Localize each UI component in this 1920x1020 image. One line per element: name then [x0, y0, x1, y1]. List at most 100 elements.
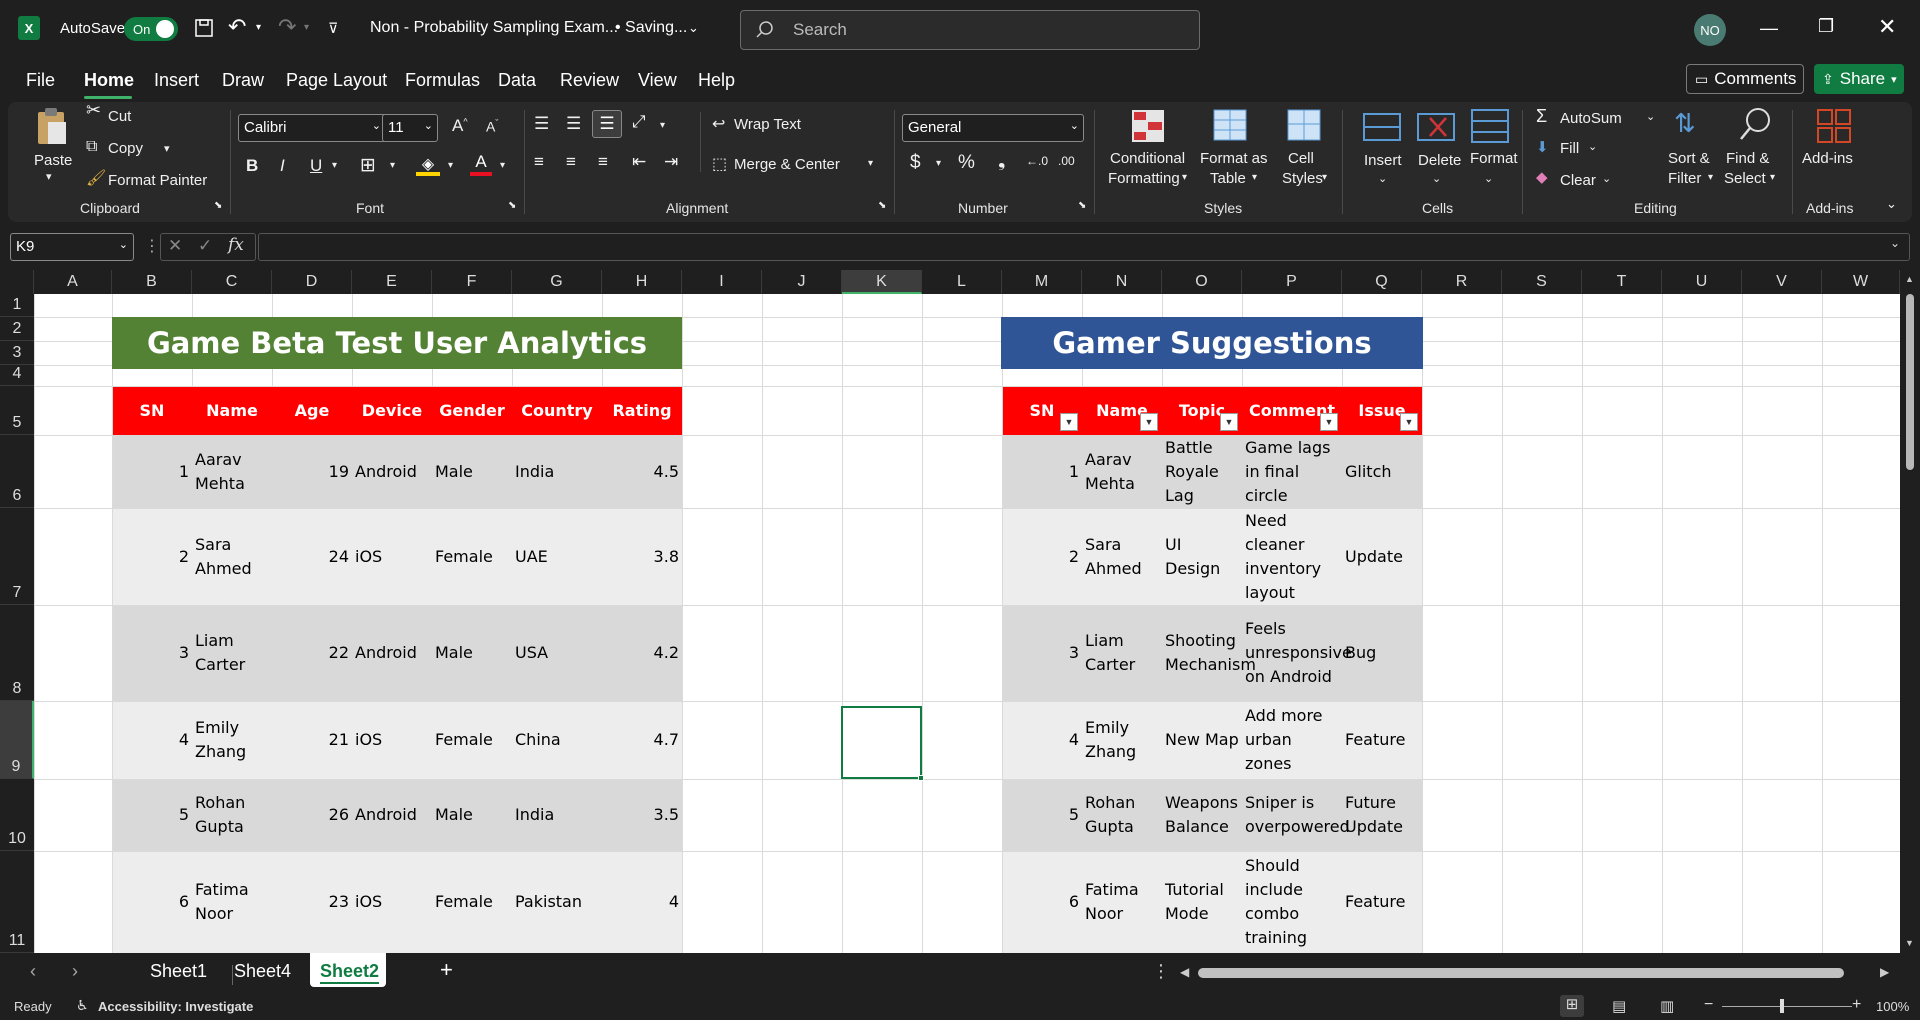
table-cell[interactable]: 1	[115, 435, 189, 508]
add-ins-icon[interactable]	[1816, 108, 1852, 144]
table-cell[interactable]: 4.7	[605, 701, 679, 779]
add-sheet-icon[interactable]: +	[440, 957, 453, 983]
search-box[interactable]: Search	[740, 10, 1200, 50]
table-cell[interactable]: 4	[1005, 701, 1079, 779]
table-cell[interactable]: Bug	[1345, 605, 1419, 701]
insert-cells-icon[interactable]	[1362, 110, 1402, 144]
table-cell[interactable]: Tutorial Mode	[1165, 851, 1239, 953]
table-cell[interactable]: Female	[435, 508, 509, 605]
select-all-corner[interactable]	[0, 270, 34, 294]
table-cell[interactable]: Rohan Gupta	[195, 779, 269, 851]
clipboard-launcher-icon[interactable]: ⬊	[214, 200, 222, 211]
table-cell[interactable]: 3	[1005, 605, 1079, 701]
table-cell[interactable]: 5	[115, 779, 189, 851]
align-right-icon[interactable]: ≡	[598, 152, 608, 172]
font-color-icon[interactable]: A	[470, 152, 492, 176]
column-header-h[interactable]: H	[602, 270, 682, 294]
table-cell[interactable]: Android	[355, 435, 429, 508]
undo-dropdown-icon[interactable]: ▾	[256, 22, 261, 33]
tab-sheet4[interactable]: Sheet4	[234, 961, 291, 982]
cancel-icon[interactable]: ✕	[168, 236, 182, 256]
avatar[interactable]: NO	[1694, 14, 1726, 46]
number-launcher-icon[interactable]: ⬊	[1078, 200, 1086, 211]
table-cell[interactable]: Aarav Mehta	[1085, 435, 1159, 508]
column-header-w[interactable]: W	[1822, 270, 1900, 294]
autosum-button[interactable]: AutoSum	[1560, 110, 1622, 127]
row-header-4[interactable]: 4	[0, 365, 34, 386]
number-format-combo[interactable]: General ⌄	[902, 114, 1084, 142]
sort-filter-icon[interactable]: ⇅	[1674, 108, 1696, 139]
format-as-table-dropdown-icon[interactable]: ▾	[1252, 172, 1257, 183]
merge-center-button[interactable]: Merge & Center	[734, 156, 840, 173]
zoom-slider-handle[interactable]	[1780, 999, 1784, 1013]
font-launcher-icon[interactable]: ⬊	[508, 200, 516, 211]
delete-dropdown-icon[interactable]: ⌄	[1432, 172, 1441, 185]
conditional-formatting-label-2[interactable]: Formatting	[1108, 170, 1180, 187]
scroll-up-icon[interactable]: ▲	[1905, 274, 1914, 284]
increase-font-icon[interactable]: A^	[452, 116, 468, 136]
row-header-6[interactable]: 6	[0, 435, 34, 508]
table-cell[interactable]: Liam Carter	[1085, 605, 1159, 701]
enter-icon[interactable]: ✓	[198, 236, 212, 256]
table-cell[interactable]: Male	[435, 605, 509, 701]
column-header-c[interactable]: C	[192, 270, 272, 294]
table-cell[interactable]: Sara Ahmed	[195, 508, 269, 605]
redo-icon[interactable]: ↷	[278, 14, 296, 40]
column-header-p[interactable]: P	[1242, 270, 1342, 294]
conditional-formatting-dropdown-icon[interactable]: ▾	[1182, 172, 1187, 183]
borders-dropdown-icon[interactable]: ▾	[390, 160, 395, 171]
column-header-q[interactable]: Q	[1342, 270, 1422, 294]
conditional-formatting-icon[interactable]	[1130, 108, 1166, 144]
table-cell[interactable]: Fatima Noor	[195, 851, 269, 953]
copy-dropdown-icon[interactable]: ▾	[164, 142, 170, 155]
format-painter-button[interactable]: Format Painter	[108, 172, 207, 189]
column-header-f[interactable]: F	[432, 270, 512, 294]
format-cells-button[interactable]: Format	[1470, 150, 1518, 167]
table-cell[interactable]: Female	[435, 701, 509, 779]
decrease-font-icon[interactable]: Aˇ	[486, 118, 498, 135]
filter-dropdown-icon[interactable]: ▼	[1320, 413, 1338, 431]
restore-icon[interactable]: ❐	[1818, 16, 1834, 37]
format-as-table-icon[interactable]	[1212, 108, 1250, 144]
accessibility-status[interactable]: Accessibility: Investigate	[98, 999, 253, 1014]
save-icon[interactable]	[194, 18, 214, 38]
table-cell[interactable]: 6	[115, 851, 189, 953]
table-cell[interactable]: 4	[605, 851, 679, 953]
bold-icon[interactable]: B	[246, 156, 258, 176]
table-cell[interactable]: 3	[115, 605, 189, 701]
format-as-table-label[interactable]: Format as	[1200, 150, 1268, 167]
close-icon[interactable]: ✕	[1878, 14, 1896, 40]
table-cell[interactable]: USA	[515, 605, 599, 701]
title-dropdown-icon[interactable]: ⌄	[688, 20, 699, 36]
paste-dropdown-icon[interactable]: ▾	[46, 170, 52, 183]
percent-icon[interactable]: %	[958, 152, 975, 174]
table-cell[interactable]: Feels unresponsive on Android	[1245, 605, 1352, 701]
format-dropdown-icon[interactable]: ⌄	[1484, 172, 1493, 185]
column-header-b[interactable]: B	[112, 270, 192, 294]
wrap-text-button[interactable]: Wrap Text	[734, 116, 801, 133]
table-cell[interactable]: Sniper is overpowered	[1245, 779, 1350, 851]
column-header-a[interactable]: A	[34, 270, 112, 294]
column-header-u[interactable]: U	[1662, 270, 1742, 294]
formula-input[interactable]	[258, 233, 1910, 261]
font-color-dropdown-icon[interactable]: ▾	[500, 160, 505, 171]
underline-icon[interactable]: U	[310, 156, 322, 176]
table-cell[interactable]: Android	[355, 605, 429, 701]
table-cell[interactable]: 21	[275, 701, 349, 779]
table-cell[interactable]: Need cleaner inventory layout	[1245, 508, 1339, 605]
clear-button[interactable]: Clear	[1560, 172, 1596, 189]
table-cell[interactable]: Glitch	[1345, 435, 1419, 508]
comma-style-icon[interactable]: ❟	[998, 150, 1005, 172]
fill-button[interactable]: Fill	[1560, 140, 1579, 157]
decrease-indent-icon[interactable]: ⇤	[632, 152, 646, 172]
table-cell[interactable]: 3.8	[605, 508, 679, 605]
row-header-10[interactable]: 10	[0, 779, 34, 851]
zoom-in-icon[interactable]: +	[1852, 996, 1861, 1014]
table-cell[interactable]: Update	[1345, 508, 1419, 605]
align-top-icon[interactable]: ☰	[534, 114, 549, 134]
table-cell[interactable]: iOS	[355, 508, 429, 605]
decrease-decimal-icon[interactable]: .00	[1058, 154, 1075, 168]
filter-dropdown-icon[interactable]: ▼	[1060, 413, 1078, 431]
table-cell[interactable]: iOS	[355, 851, 429, 953]
expand-formula-bar-icon[interactable]: ⌄	[1890, 236, 1900, 250]
